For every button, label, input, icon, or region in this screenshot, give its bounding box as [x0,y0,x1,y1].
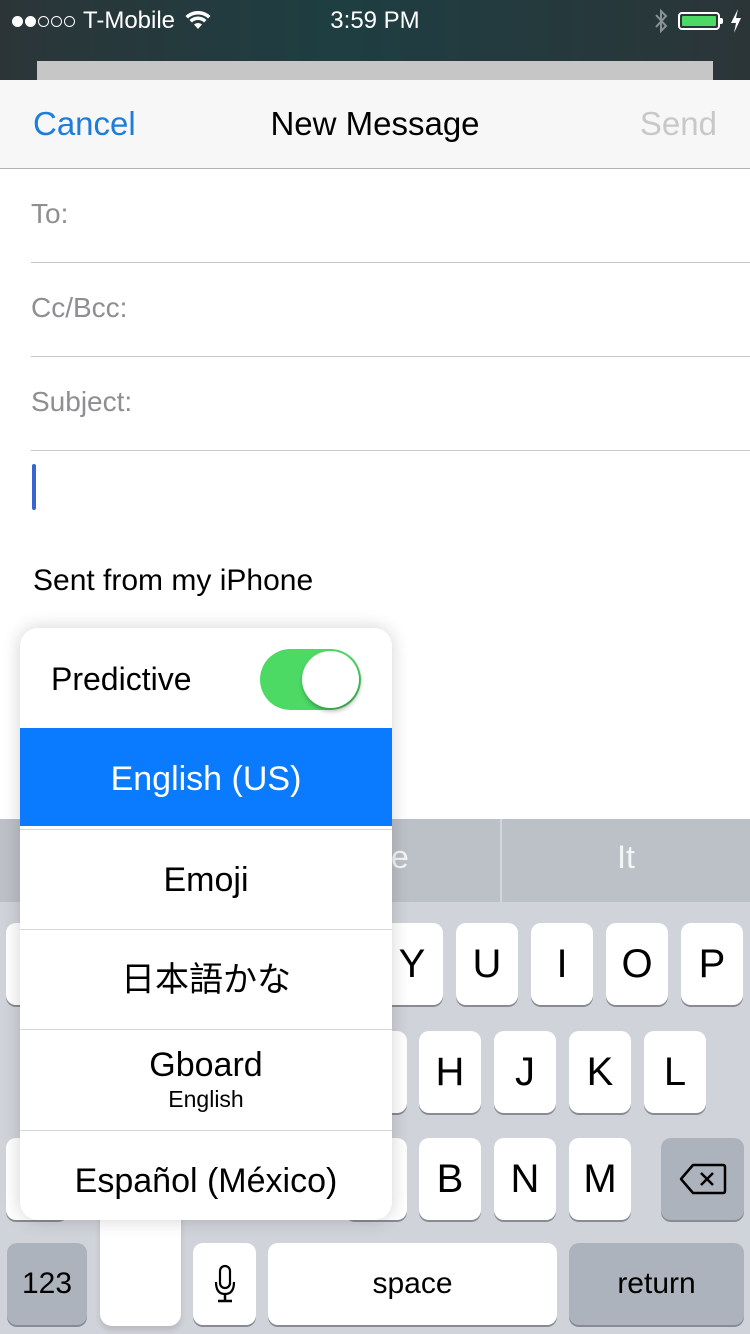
prediction-right[interactable]: It [502,819,750,902]
globe-key-stem[interactable] [100,1210,181,1326]
key-k[interactable]: K [569,1031,631,1113]
predictive-row: Predictive [20,628,392,728]
gboard-sublabel: English [168,1086,244,1112]
bluetooth-icon [655,8,668,34]
charging-bolt-icon [731,9,741,33]
battery-icon [678,12,723,30]
gboard-label: Gboard [149,1046,263,1084]
dictation-key[interactable] [193,1243,256,1325]
text-cursor [32,464,36,510]
keyboard-switcher-popup: Predictive English (US) Emoji 日本語かな Gboa… [20,628,392,1220]
key-n[interactable]: N [494,1138,556,1220]
key-i[interactable]: I [531,923,593,1005]
cancel-button[interactable]: Cancel [33,80,136,168]
language-option-gboard[interactable]: Gboard English [20,1029,392,1130]
subject-label: Subject: [31,386,133,417]
language-option-japanese-kana[interactable]: 日本語かな [20,929,392,1029]
microphone-icon [214,1264,235,1303]
key-u[interactable]: U [456,923,518,1005]
nav-bar: Cancel New Message Send [0,80,750,169]
language-option-english-us[interactable]: English (US) [20,728,392,826]
cc-field-row: Cc/Bcc: [31,263,750,357]
subject-field-row: Subject: [31,357,750,451]
predictive-toggle[interactable] [260,649,361,710]
backspace-icon [679,1163,726,1195]
toggle-knob [302,651,359,708]
send-button[interactable]: Send [640,80,717,168]
cc-bcc-label: Cc/Bcc: [31,292,128,323]
predictive-label: Predictive [51,661,192,697]
subject-input[interactable] [161,382,740,424]
to-label: To: [31,198,69,229]
language-option-emoji[interactable]: Emoji [20,829,392,929]
to-input[interactable] [181,194,740,236]
key-o[interactable]: O [606,923,668,1005]
numbers-key[interactable]: 123 [7,1243,87,1325]
space-key[interactable]: space [268,1243,557,1325]
key-p[interactable]: P [681,923,743,1005]
return-key[interactable]: return [569,1243,744,1325]
language-option-spanish-mexico[interactable]: Español (México) [20,1130,392,1220]
delete-key[interactable] [661,1138,744,1220]
message-body-signature[interactable]: Sent from my iPhone [33,564,313,598]
key-b[interactable]: B [419,1138,481,1220]
key-j[interactable]: J [494,1031,556,1113]
key-l[interactable]: L [644,1031,706,1113]
prediction-center-label: e [391,839,409,875]
key-h[interactable]: H [419,1031,481,1113]
to-field-row: To: [31,169,750,263]
status-time: 3:59 PM [330,7,420,34]
status-right [654,8,742,34]
key-m[interactable]: M [569,1138,631,1220]
cc-bcc-input[interactable] [181,288,740,330]
